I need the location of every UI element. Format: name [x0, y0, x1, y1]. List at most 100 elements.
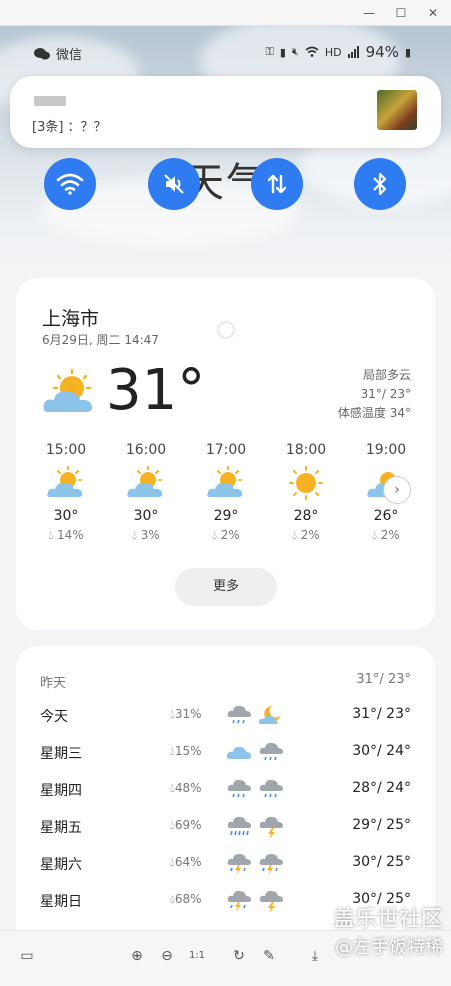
day-precip: 💧︎31%: [170, 707, 201, 722]
current-temperature: 31°: [106, 358, 206, 423]
status-app-name: 微信: [56, 48, 83, 63]
thunder-rain-icon: [227, 890, 251, 912]
hourly-item: 16:00 30° 💧︎ 3%: [106, 442, 186, 543]
daily-row[interactable]: 星期三 💧︎15% 30°/ 24°: [16, 735, 435, 772]
yesterday-label: 昨天: [40, 676, 67, 691]
moon-cloud-icon: [258, 706, 280, 724]
watermark-line2: @左手饭特稀: [335, 937, 443, 958]
edit-pencil-icon[interactable]: ✎: [258, 945, 280, 967]
signal-icon: [347, 46, 359, 58]
day-precip: 💧︎64%: [170, 855, 201, 870]
hd-badge: HD: [324, 45, 342, 59]
thunder-rain-icon: [259, 853, 283, 875]
hour-temp: 29°: [213, 508, 239, 524]
thumbnail-panel-icon[interactable]: ▭: [16, 945, 38, 967]
daily-forecast-card: 昨天 31°/ 23° 今天 💧︎31% 31°/ 23° 星期三 💧︎15% …: [16, 646, 435, 946]
thunder-rain-icon: [227, 853, 251, 875]
day-precip: 💧︎69%: [170, 818, 201, 833]
wechat-notification[interactable]: [3条] ：？？: [10, 76, 441, 148]
hour-precip: 💧︎ 3%: [106, 528, 186, 543]
rain-icon: [227, 705, 251, 724]
hour-temp: 28°: [293, 508, 319, 524]
droplet-icon: 💧︎: [48, 528, 54, 542]
partly-sunny-icon: [47, 466, 83, 497]
minimize-button[interactable]: —: [360, 4, 378, 22]
notification-message: [3条] ：？？: [32, 120, 107, 135]
chevron-right-icon[interactable]: ›: [383, 476, 411, 504]
city-name[interactable]: 上海市: [42, 304, 99, 331]
day-precip-value: 64%: [174, 855, 202, 869]
day-precip: 💧︎15%: [170, 744, 201, 759]
daily-row[interactable]: 星期四 💧︎48% 28°/ 24°: [16, 772, 435, 809]
partly-sunny-icon: [207, 466, 243, 497]
hourly-item: 18:00 28° 💧︎ 2%: [266, 442, 346, 543]
hour-precip-value: 2%: [300, 528, 320, 542]
hi-lo-temps: 31°/ 23°: [360, 387, 411, 401]
daily-row[interactable]: 星期六 💧︎64% 30°/ 25°: [16, 846, 435, 883]
daily-row[interactable]: 今天 💧︎31% 31°/ 23°: [16, 698, 435, 735]
download-icon[interactable]: ⤓: [304, 945, 326, 967]
daily-row[interactable]: 星期五 💧︎69% 29°/ 25°: [16, 809, 435, 846]
zoom-out-icon[interactable]: ⊖: [156, 945, 178, 967]
rain-icon: [259, 779, 283, 798]
day-name: 星期四: [40, 783, 82, 799]
day-precip-value: 15%: [174, 744, 202, 758]
update-datetime: 6月29日, 周二 14:47: [42, 333, 159, 347]
day-name: 星期日: [40, 894, 82, 910]
notification-thumbnail: [377, 90, 417, 130]
rotate-icon[interactable]: ↻: [228, 945, 250, 967]
day-temps: 30°/ 25°: [352, 891, 411, 907]
day-name: 星期六: [40, 857, 82, 873]
hour-temp: 30°: [53, 508, 79, 524]
yesterday-temps: 31°/ 23°: [356, 672, 411, 687]
day-name: 今天: [40, 709, 68, 725]
day-name: 星期三: [40, 746, 82, 762]
mute-icon: [164, 174, 184, 194]
hour-time: 15:00: [45, 442, 87, 458]
wifi-icon: [56, 173, 84, 195]
wifi-toggle-button[interactable]: [44, 158, 96, 210]
close-button[interactable]: ✕: [424, 4, 442, 22]
maximize-button[interactable]: ☐: [392, 4, 410, 22]
hour-time: 17:00: [205, 442, 247, 458]
thunder-icon: [259, 816, 283, 839]
hour-precip-value: 14%: [56, 528, 84, 542]
touch-indicator: [219, 323, 233, 337]
heavy-rain-icon: [227, 816, 251, 836]
condition-summary: 局部多云 31°/ 23° 体感温度 34°: [338, 366, 411, 423]
zoom-in-icon[interactable]: ⊕: [126, 945, 148, 967]
data-toggle-button[interactable]: [251, 158, 303, 210]
bluetooth-toggle-button[interactable]: [354, 158, 406, 210]
day-temps: 31°/ 23°: [352, 706, 411, 722]
sound-toggle-button[interactable]: [148, 158, 200, 210]
hourly-item: 17:00 29° 💧︎ 2%: [186, 442, 266, 543]
key-icon: ⚿: [265, 45, 274, 58]
hour-time: 18:00: [285, 442, 327, 458]
hour-precip-value: 2%: [220, 528, 240, 542]
watermark: 盖乐世社区 @左手饭特稀: [333, 906, 443, 962]
day-temps: 30°/ 24°: [352, 743, 411, 759]
partly-sunny-icon: [127, 466, 163, 497]
actual-size-icon[interactable]: 1:1: [186, 945, 208, 967]
battery-percent: 94%: [365, 43, 399, 61]
hour-precip: 💧︎ 14%: [26, 528, 106, 543]
day-name: 星期五: [40, 820, 82, 836]
hour-time: 16:00: [125, 442, 167, 458]
cloud-icon: [226, 746, 251, 759]
day-precip: 💧︎48%: [170, 781, 201, 796]
wechat-icon: [34, 47, 50, 59]
hour-precip: 💧︎ 2%: [266, 528, 346, 543]
hour-temp: 26°: [373, 508, 399, 524]
day-precip-value: 31%: [174, 707, 202, 721]
more-button[interactable]: 更多: [175, 568, 277, 606]
data-transfer-icon: [267, 174, 287, 194]
current-weather-card: 上海市 6月29日, 周二 14:47 31° 局部多云 31°/ 23° 体感…: [16, 278, 435, 630]
hour-precip: 💧︎ 2%: [346, 528, 426, 543]
hourly-forecast[interactable]: 15:00 30° 💧︎ 14% 16:00 30° 💧︎ 3% 17:00 2…: [26, 442, 426, 552]
droplet-icon: 💧︎: [372, 528, 377, 542]
day-temps: 30°/ 25°: [352, 854, 411, 870]
sunny-icon: [289, 466, 323, 500]
window-titlebar: — ☐ ✕: [0, 0, 451, 26]
thunder-icon: [259, 890, 283, 913]
bluetooth-icon: [373, 172, 387, 196]
